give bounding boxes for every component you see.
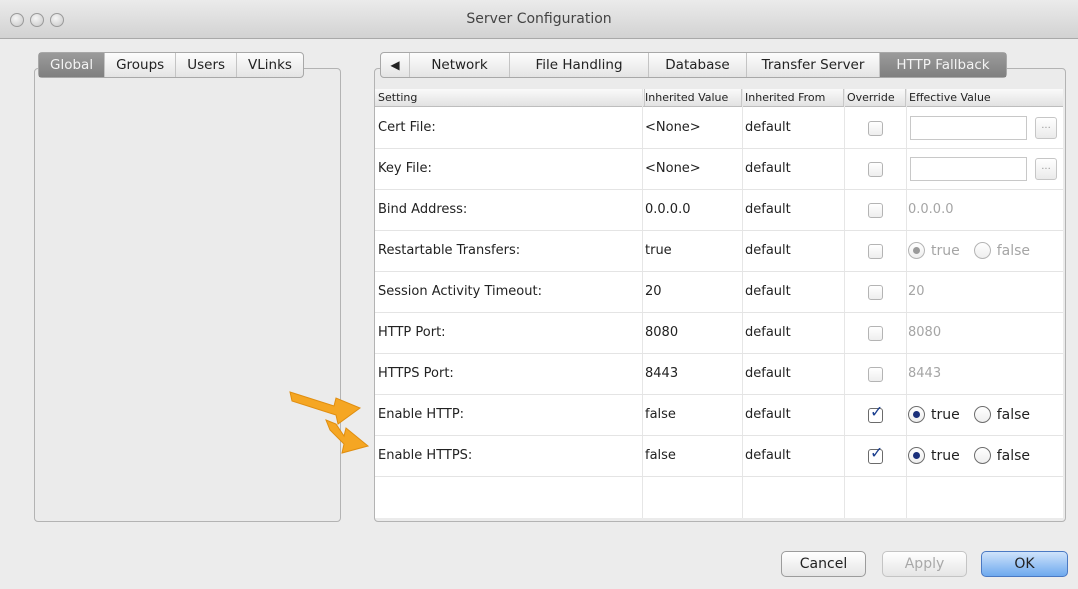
radio-label-true: true xyxy=(931,447,960,464)
inherited-from: default xyxy=(745,407,791,422)
inherited-from: default xyxy=(745,448,791,463)
column-header-effective-value[interactable]: Effective Value xyxy=(906,89,1063,106)
override-checkbox[interactable] xyxy=(868,162,883,177)
table-row[interactable]: Key File: <None> default... xyxy=(375,148,1063,190)
scope-tabs: Global Groups Users VLinks xyxy=(38,52,304,78)
effective-value: 8080 xyxy=(908,325,942,340)
effective-value-input[interactable] xyxy=(910,116,1027,140)
table-row[interactable]: HTTPS Port: 8443 default 8443 xyxy=(375,353,1063,395)
tab-http-fallback[interactable]: HTTP Fallback xyxy=(880,53,1006,77)
column-header-inherited-from[interactable]: Inherited From xyxy=(742,89,844,106)
annotation-arrows-icon xyxy=(289,391,370,454)
cancel-button[interactable]: Cancel xyxy=(781,551,866,577)
radio-selected-dot-icon xyxy=(913,247,920,254)
tab-file-handling[interactable]: File Handling xyxy=(510,53,649,77)
table-row[interactable]: Bind Address: 0.0.0.0 default 0.0.0.0 xyxy=(375,189,1063,231)
settings-table: Setting Inherited Value Inherited From O… xyxy=(375,89,1063,518)
radio-false[interactable] xyxy=(973,447,991,464)
settings-tabs: ◀ Network File Handling Database Transfe… xyxy=(380,52,1007,78)
radio-false[interactable] xyxy=(973,242,991,259)
tab-network[interactable]: Network xyxy=(410,53,510,77)
effective-value: 8443 xyxy=(908,366,942,381)
tab-transfer-server[interactable]: Transfer Server xyxy=(747,53,880,77)
table-row[interactable]: Enable HTTPS: false default ✓ true false xyxy=(375,435,1063,477)
checkmark-icon: ✓ xyxy=(870,443,884,462)
setting-label: Key File: xyxy=(378,161,432,176)
inherited-from: default xyxy=(745,284,791,299)
inherited-value: true xyxy=(645,243,672,258)
table-row[interactable]: HTTP Port: 8080 default 8080 xyxy=(375,312,1063,354)
effective-value-radio-group: true false xyxy=(908,394,1044,435)
tab-users[interactable]: Users xyxy=(176,53,238,77)
override-checkbox[interactable]: ✓ xyxy=(868,402,883,423)
checkmark-icon: ✓ xyxy=(870,402,884,421)
setting-label: HTTP Port: xyxy=(378,325,446,340)
override-checkbox[interactable]: ✓ xyxy=(868,443,883,464)
radio-true[interactable] xyxy=(908,406,925,423)
setting-label: Bind Address: xyxy=(378,202,468,217)
inherited-value: 8080 xyxy=(645,325,679,340)
override-checkbox[interactable] xyxy=(868,285,883,300)
inherited-value: 20 xyxy=(645,284,662,299)
inherited-value: false xyxy=(645,407,676,422)
tab-vlinks[interactable]: VLinks xyxy=(237,53,303,77)
radio-label-true: true xyxy=(931,406,960,423)
inherited-from: default xyxy=(745,202,791,217)
inherited-from: default xyxy=(745,120,791,135)
override-checkbox[interactable] xyxy=(868,367,883,382)
apply-button[interactable]: Apply xyxy=(882,551,967,577)
column-header-inherited-value[interactable]: Inherited Value xyxy=(642,89,742,106)
override-checkbox[interactable] xyxy=(868,203,883,218)
browse-button[interactable]: ... xyxy=(1035,117,1057,139)
effective-value-radio-group: true false xyxy=(908,435,1044,476)
inherited-value: 8443 xyxy=(645,366,679,381)
radio-label-true: true xyxy=(931,242,960,259)
table-row[interactable]: Session Activity Timeout: 20 default 20 xyxy=(375,271,1063,313)
radio-label-false: false xyxy=(996,447,1031,464)
radio-false[interactable] xyxy=(973,406,991,423)
column-header-override[interactable]: Override xyxy=(844,89,906,106)
radio-selected-dot-icon xyxy=(913,452,920,459)
inherited-from: default xyxy=(745,366,791,381)
table-row[interactable]: Cert File: <None> default... xyxy=(375,107,1063,149)
ok-button[interactable]: OK xyxy=(981,551,1068,577)
tabs-scroll-left-icon[interactable]: ◀ xyxy=(381,53,410,77)
radio-label-false: false xyxy=(996,242,1031,259)
effective-value: 0.0.0.0 xyxy=(908,202,954,217)
effective-value-radio-group: true false xyxy=(908,230,1044,271)
inherited-value: 0.0.0.0 xyxy=(645,202,691,217)
tab-global[interactable]: Global xyxy=(39,53,106,77)
effective-value: 20 xyxy=(908,284,925,299)
inherited-from: default xyxy=(745,243,791,258)
radio-true[interactable] xyxy=(908,242,925,259)
table-row[interactable]: Restartable Transfers: true default true fal… xyxy=(375,230,1063,272)
title-bar: Server Configuration xyxy=(0,0,1078,39)
setting-label: Session Activity Timeout: xyxy=(378,284,542,299)
browse-button[interactable]: ... xyxy=(1035,158,1057,180)
override-checkbox[interactable] xyxy=(868,326,883,341)
override-checkbox[interactable] xyxy=(868,121,883,136)
radio-selected-dot-icon xyxy=(913,411,920,418)
column-header-setting[interactable]: Setting xyxy=(375,89,645,106)
setting-label: Enable HTTP: xyxy=(378,407,465,422)
inherited-value: false xyxy=(645,448,676,463)
tab-groups[interactable]: Groups xyxy=(105,53,177,77)
effective-value-input[interactable] xyxy=(910,157,1027,181)
inherited-value: <None> xyxy=(645,120,701,135)
inherited-from: default xyxy=(745,325,791,340)
window-title: Server Configuration xyxy=(466,11,612,27)
setting-label: Cert File: xyxy=(378,120,436,135)
setting-label: HTTPS Port: xyxy=(378,366,454,381)
table-row[interactable]: Enable HTTP: false default ✓ true false xyxy=(375,394,1063,436)
table-header: Setting Inherited Value Inherited From O… xyxy=(375,89,1063,107)
radio-label-false: false xyxy=(996,406,1031,423)
inherited-value: <None> xyxy=(645,161,701,176)
radio-true[interactable] xyxy=(908,447,925,464)
inherited-from: default xyxy=(745,161,791,176)
setting-label: Enable HTTPS: xyxy=(378,448,473,463)
override-checkbox[interactable] xyxy=(868,244,883,259)
setting-label: Restartable Transfers: xyxy=(378,243,521,258)
tab-database[interactable]: Database xyxy=(649,53,747,77)
